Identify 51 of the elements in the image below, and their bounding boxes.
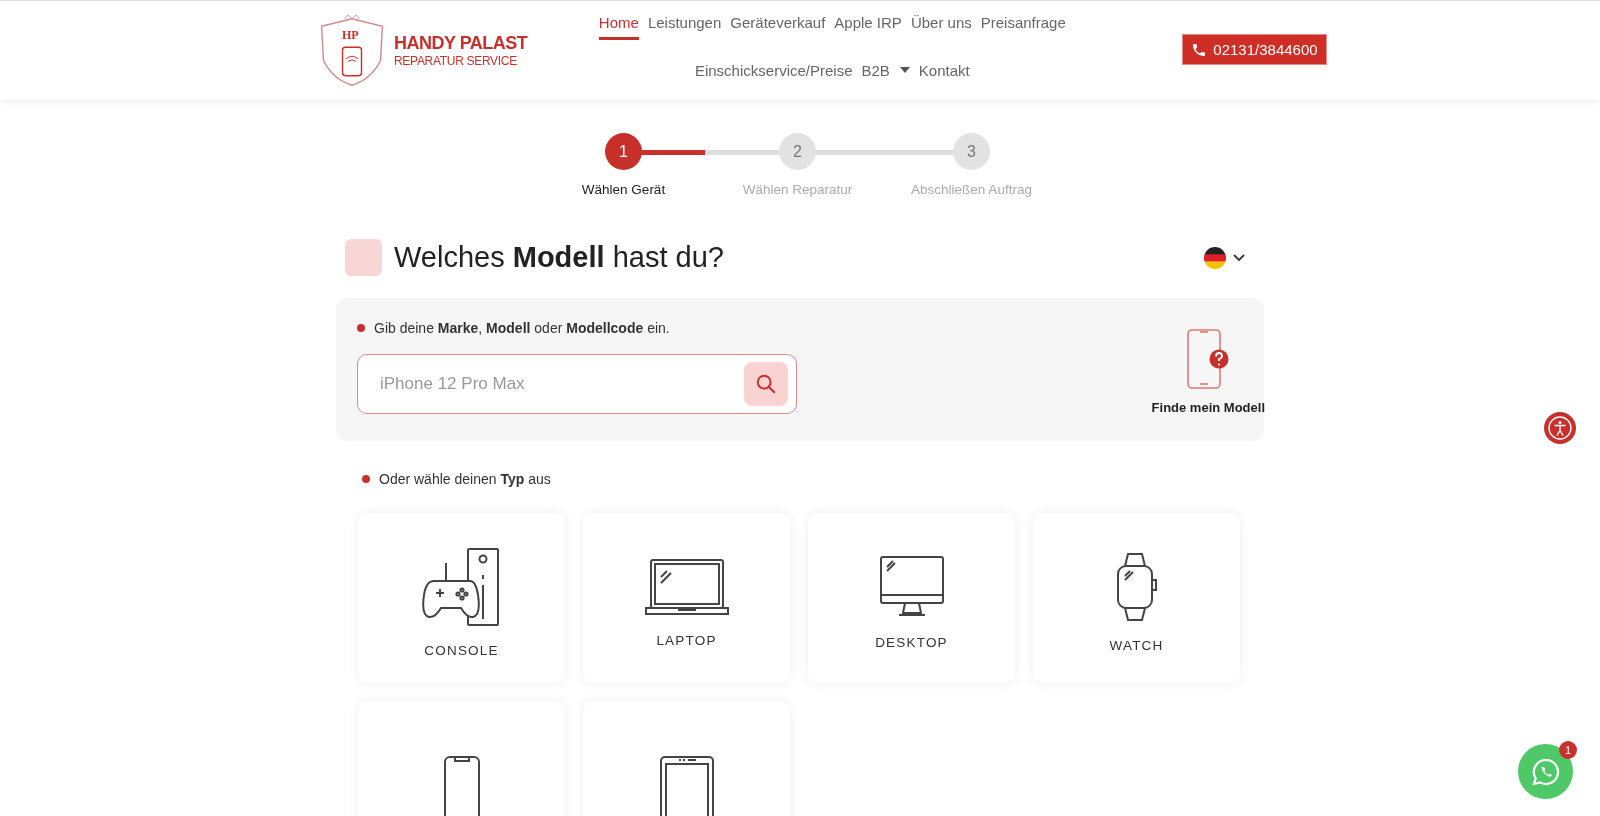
search-hint: Gib deine Marke, Modell oder Modellcode ein. [374,320,670,336]
bullet-dot-icon [362,475,370,483]
logo-title: HANDY PALAST [394,33,528,54]
whatsapp-button[interactable] [1518,744,1573,799]
step-label: Abschließen Auftrag [911,182,1032,197]
laptop-icon [644,557,729,617]
smartwatch-icon [1114,552,1159,622]
accessibility-icon [1543,411,1577,445]
step-label: Wählen Reparatur [742,182,853,197]
device-type-card[interactable]: LAPTOP [583,513,790,683]
nav-link[interactable]: Über uns [910,13,972,40]
find-model-button[interactable]: Finde mein Modell [1151,320,1265,415]
step-circle: 1 [605,133,642,170]
phone-icon [1191,41,1208,58]
nav-link[interactable]: Leistungen [647,13,722,40]
type-hint: Oder wähle deinen Typ aus [379,471,551,487]
device-type-card[interactable]: WATCH [1033,513,1240,683]
chevron-down-icon [1232,252,1246,263]
phone-question-icon [1186,328,1231,392]
notification-badge: 1 [1559,741,1577,759]
phone-button[interactable]: 02131/3844600 [1182,34,1327,65]
monitor-icon [878,555,945,619]
language-selector[interactable] [1204,246,1246,269]
smartphone-icon [441,754,482,816]
logo[interactable]: HP HANDY PALAST REPARATUR SERVICE [314,12,528,89]
tablet-icon [658,754,715,816]
heading-square-icon [345,239,382,276]
search-button[interactable] [744,362,788,406]
chat-bubble-icon [1530,756,1561,787]
step-circle: 3 [953,133,990,170]
flag-icon [1204,246,1226,269]
nav-link[interactable]: Geräteverkauf [730,13,826,40]
page-heading: Welches Modell hast du? [394,241,725,274]
caret-icon [899,67,910,73]
bullet-dot-icon [357,324,365,332]
device-type-card[interactable]: DESKTOP [808,513,1015,683]
nav-link[interactable]: Apple IRP [834,13,902,40]
console-icon [421,547,502,627]
nav-link[interactable]: B2B [861,61,910,88]
step-circle: 2 [779,133,816,170]
step-label: Wählen Gerät [581,182,666,197]
search-field[interactable]: iPhone 12 Pro Max [357,354,797,414]
logo-monogram: HP [342,28,359,41]
nav-link[interactable]: Kontakt [918,61,970,88]
nav-link[interactable]: Home [598,13,639,40]
search-icon [755,373,777,395]
logo-subtitle: REPARATUR SERVICE [394,54,518,68]
nav-link[interactable]: Preisanfrage [980,13,1066,40]
nav-link[interactable]: Einschickservice/Preise [694,61,853,88]
accessibility-button[interactable] [1543,411,1577,445]
device-type-card[interactable]: CONSOLE [358,513,565,683]
